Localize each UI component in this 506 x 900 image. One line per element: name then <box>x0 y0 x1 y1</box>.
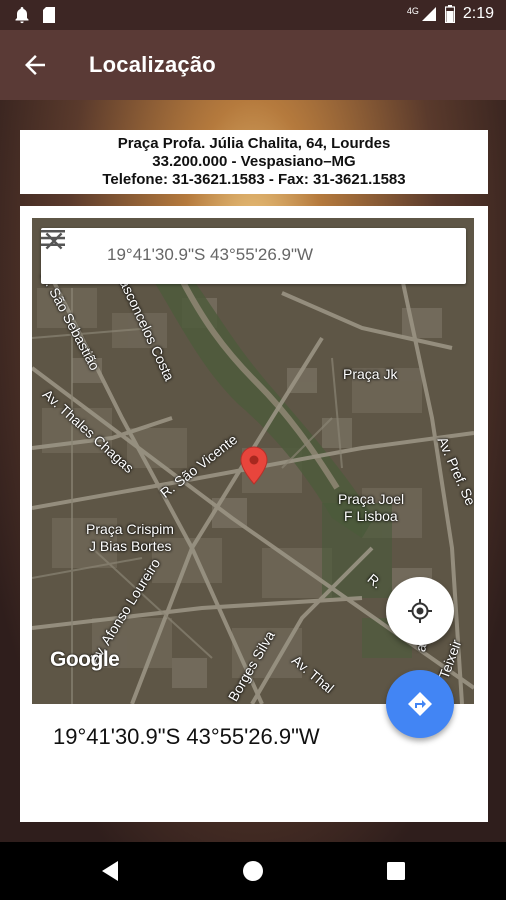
address-line-3: Telefone: 31-3621.1583 - Fax: 31-3621.15… <box>102 171 406 188</box>
nav-back-icon[interactable] <box>96 857 124 885</box>
network-type: 4G <box>406 6 419 16</box>
nav-home-icon[interactable] <box>239 857 267 885</box>
back-arrow-icon[interactable] <box>20 50 50 80</box>
location-pin-icon <box>240 446 268 485</box>
close-icon[interactable] <box>41 228 67 254</box>
address-line-1: Praça Profa. Júlia Chalita, 64, Lourdes <box>117 135 391 152</box>
directions-button[interactable] <box>386 670 454 738</box>
map-search-input[interactable]: 19°41'30.9"S 43°55'26.9"W <box>107 245 313 265</box>
sd-card-icon <box>43 7 55 23</box>
signal-icon <box>421 7 436 21</box>
map-label-place: J Bias Bortes <box>89 538 172 554</box>
map-label-place: Praça Joel <box>338 491 405 507</box>
map-label-place: F Lisboa <box>344 508 398 524</box>
my-location-button[interactable] <box>386 577 454 645</box>
map-label-place: Praça Crispim <box>86 521 174 537</box>
navigation-bar <box>0 842 506 900</box>
page-title: Localização <box>89 52 216 77</box>
app-bar: Localização <box>0 30 506 100</box>
directions-icon <box>408 692 432 716</box>
map-search-box[interactable]: 19°41'30.9"S 43°55'26.9"W <box>41 228 466 284</box>
google-logo: Google <box>50 648 120 671</box>
status-bar: 4G 2:19 <box>0 0 506 30</box>
notification-bell-icon <box>15 7 29 24</box>
address-card: Praça Profa. Júlia Chalita, 64, Lourdes … <box>20 130 488 194</box>
battery-icon <box>444 5 455 23</box>
coordinates-text: 19°41'30.9"S 43°55'26.9"W <box>53 724 320 749</box>
map-label-place: Praça Jk <box>343 366 398 382</box>
status-time: 2:19 <box>462 5 494 22</box>
address-line-2: 33.200.000 - Vespasiano–MG <box>152 153 356 170</box>
nav-recents-icon[interactable] <box>382 857 410 885</box>
my-location-icon <box>408 599 432 623</box>
